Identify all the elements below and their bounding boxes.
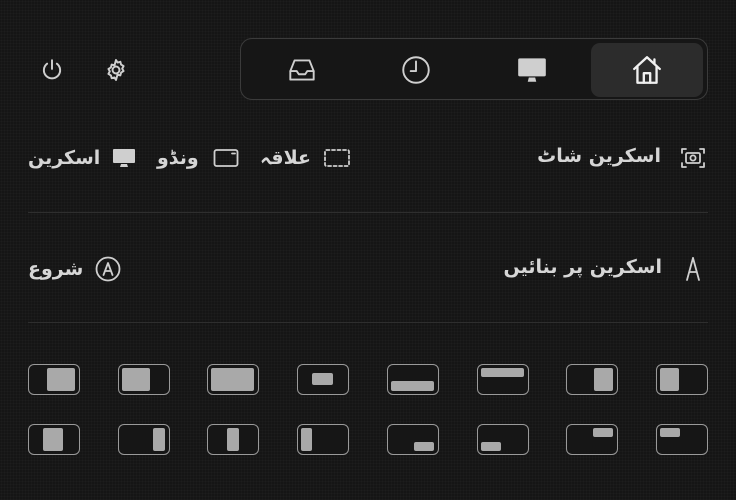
capture-area-option[interactable]: علاقہ [260,145,351,171]
start-label: شروع [28,258,84,280]
area-option-label: علاقہ [260,147,311,169]
layout-right-third-button[interactable] [566,364,618,395]
layout-left-half-button[interactable] [28,364,80,395]
layout-left-narrow-button[interactable] [28,424,80,455]
layout-right-half-button[interactable] [118,364,170,395]
layout-right-narrow-button[interactable] [118,424,170,455]
inbox-icon [289,59,315,81]
capture-screen-option[interactable]: اسکرین [28,145,136,171]
power-icon [42,59,62,80]
window-icon [213,149,239,167]
settings-button[interactable] [100,54,132,86]
tab-home[interactable] [591,43,703,97]
layout-left-strip-button[interactable] [297,424,349,455]
window-option-label: ونڈو [157,147,199,169]
power-button[interactable] [36,54,68,86]
recording-title: اسکرین پر بنائیں [503,256,663,278]
start-button[interactable]: شروع [28,255,121,283]
layout-center-small-button[interactable] [297,364,349,395]
layout-bottom-right-quarter-button[interactable] [387,424,439,455]
dashed-selection-icon [324,149,350,167]
monitor-icon [518,58,546,82]
circled-a-icon [95,256,121,282]
layout-top-right-quarter-button[interactable] [566,424,618,455]
screenshot-camera-icon [680,146,706,170]
layout-bottom-left-quarter-button[interactable] [477,424,529,455]
tab-inbox[interactable] [246,43,358,97]
layout-top-left-quarter-button[interactable] [656,424,708,455]
tab-history[interactable] [360,43,472,97]
screen-option-label: اسکرین [28,147,101,169]
divider [28,322,708,323]
tab-display[interactable] [476,43,588,97]
divider [28,212,708,213]
clock-icon [402,56,430,84]
layout-center-narrow-button[interactable] [207,424,259,455]
capture-window-option[interactable]: ونڈو [157,145,239,171]
gear-icon [107,59,125,81]
layout-left-third-button[interactable] [656,364,708,395]
pen-nib-icon [682,256,704,282]
layout-top-strip-button[interactable] [477,364,529,395]
monitor-icon [113,149,136,167]
screenshot-title: اسکرین شاٹ [537,145,661,167]
layout-fullscreen-button[interactable] [207,364,259,395]
tab-bar [240,38,708,100]
layout-bottom-wide-button[interactable] [387,364,439,395]
home-icon [633,56,661,84]
